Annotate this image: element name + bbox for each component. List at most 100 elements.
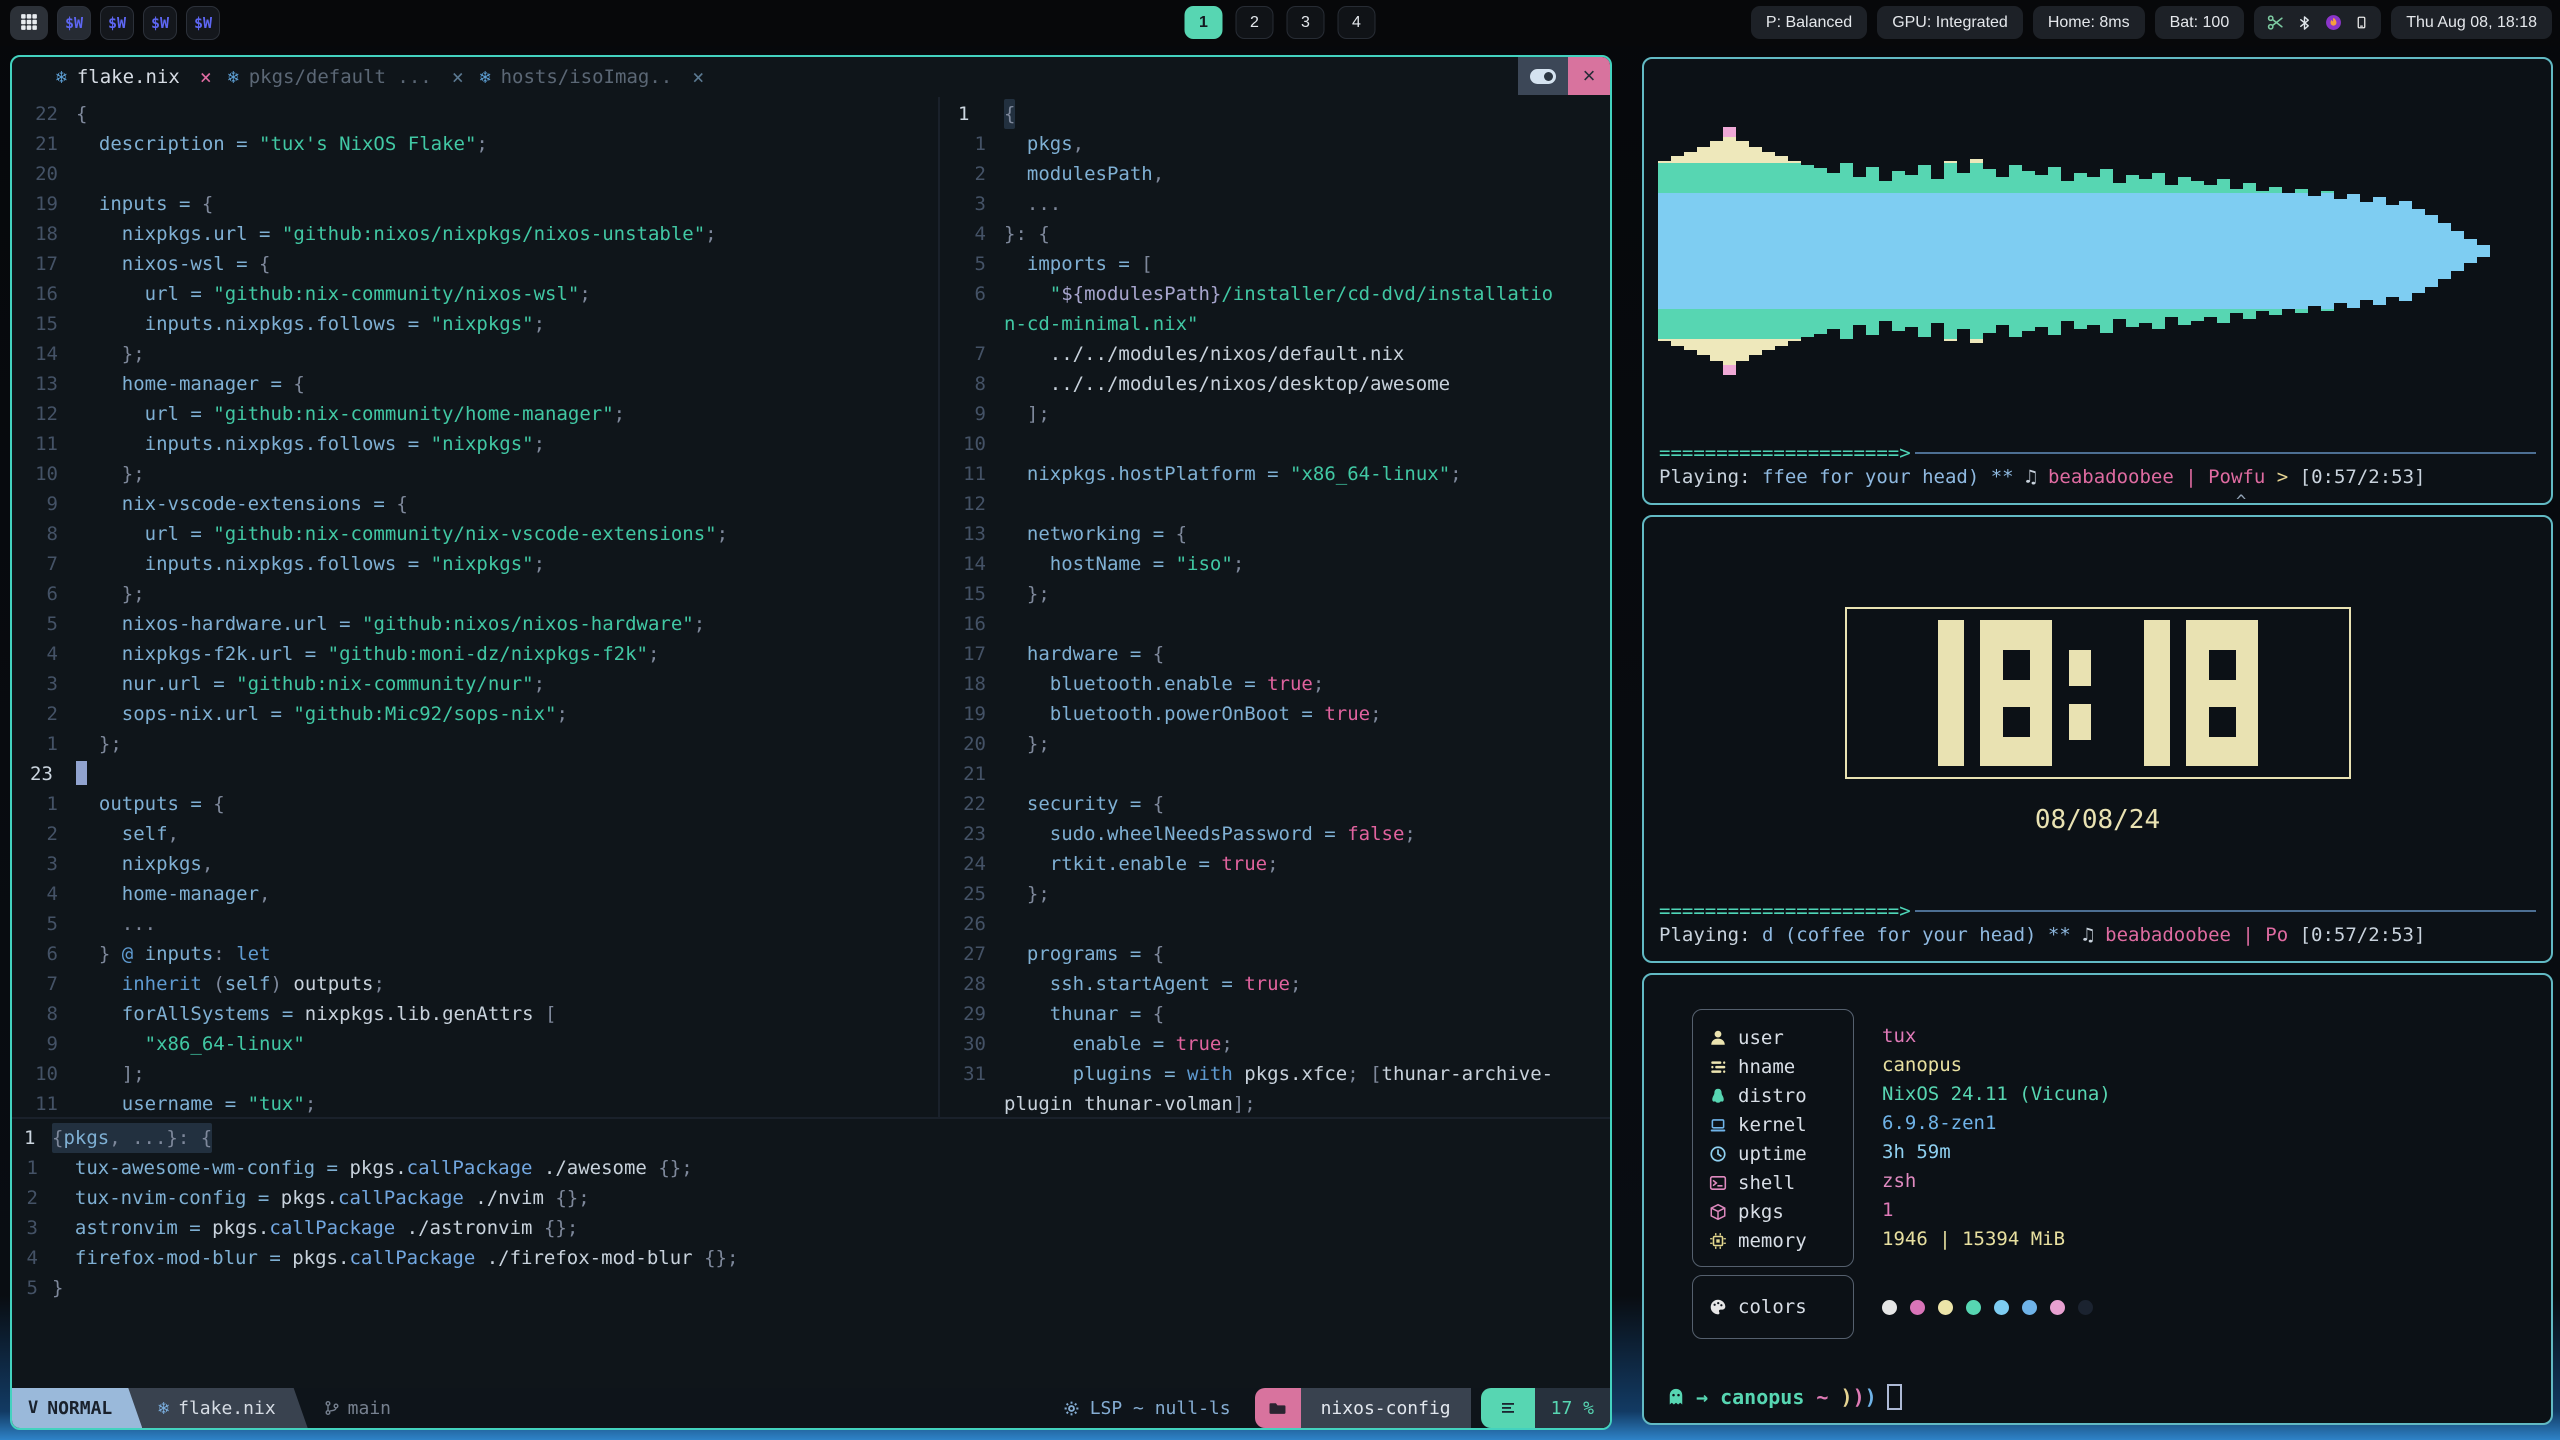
fetch-label: hname bbox=[1738, 1056, 1795, 1078]
status-pill: P: Balanced bbox=[1751, 6, 1867, 39]
code-line: 13 networking = { bbox=[940, 519, 1610, 549]
visualizer-bar bbox=[2321, 191, 2334, 311]
clock-digit-1 bbox=[1938, 620, 1964, 766]
nix-snowflake-icon: ❄ bbox=[480, 67, 491, 88]
code-line: 26 bbox=[940, 909, 1610, 939]
visualizer-bar bbox=[2308, 196, 2321, 306]
code-line: 29 thunar = { bbox=[940, 999, 1610, 1029]
tag-2[interactable]: 2 bbox=[1236, 6, 1274, 39]
code-line: 19 inputs = { bbox=[12, 189, 938, 219]
workspace-button[interactable]: $W bbox=[186, 6, 220, 40]
pane-iso-image[interactable]: 1{1 pkgs,2 modulesPath,3 ...4}: {5 impor… bbox=[940, 97, 1610, 1117]
code-text: ssh.startAgent = true; bbox=[1004, 969, 1301, 999]
tab-hosts-isoImag-[interactable]: ❄hosts/isoImag..× bbox=[480, 57, 704, 97]
visualizer-bar bbox=[2074, 173, 2087, 329]
tab-close-icon[interactable]: × bbox=[200, 65, 212, 89]
workspace-button[interactable]: $W bbox=[100, 6, 134, 40]
line-number: 31 bbox=[940, 1059, 1004, 1089]
line-number: 12 bbox=[12, 399, 76, 429]
code-text bbox=[76, 759, 87, 789]
line-number: 6 bbox=[12, 939, 76, 969]
line-number: 8 bbox=[12, 999, 76, 1029]
close-window-button[interactable]: × bbox=[1568, 57, 1610, 95]
fetch-value: tux bbox=[1882, 1022, 2111, 1051]
code-line: 16 bbox=[940, 609, 1610, 639]
code-line: 10 }; bbox=[12, 459, 938, 489]
line-number: 18 bbox=[12, 219, 76, 249]
line-number: 5 bbox=[12, 609, 76, 639]
line-number: 9 bbox=[12, 489, 76, 519]
code-text: nixpkgs.hostPlatform = "x86_64-linux"; bbox=[1004, 459, 1462, 489]
code-text: plugin thunar-volman]; bbox=[1004, 1089, 1256, 1117]
code-line: 28 ssh.startAgent = true; bbox=[940, 969, 1610, 999]
track-progress[interactable]: =====================> bbox=[1659, 441, 2536, 465]
music-visualizer-window: =====================> Playing: ffee for… bbox=[1642, 57, 2553, 505]
tab-flake-nix[interactable]: ❄flake.nix× bbox=[56, 57, 212, 97]
code-line: 2 modulesPath, bbox=[940, 159, 1610, 189]
line-number: 1 bbox=[12, 729, 76, 759]
code-text: }: { bbox=[1004, 219, 1050, 249]
code-text: rtkit.enable = true; bbox=[1004, 849, 1279, 879]
clock-digit-8 bbox=[2186, 620, 2258, 766]
line-number: 21 bbox=[12, 129, 76, 159]
code-text: nixpkgs-f2k.url = "github:moni-dz/nixpkg… bbox=[76, 639, 659, 669]
workspace-button[interactable]: $W bbox=[143, 6, 177, 40]
code-line: 6 } @ inputs: let bbox=[12, 939, 938, 969]
line-number: 1 bbox=[12, 1153, 52, 1183]
track-progress[interactable]: =====================> bbox=[1659, 899, 2536, 923]
tag-4[interactable]: 4 bbox=[1338, 6, 1376, 39]
visualizer-bar bbox=[2204, 185, 2217, 317]
line-number: 5 bbox=[12, 1273, 52, 1303]
code-text: }; bbox=[76, 339, 145, 369]
code-text: "x86_64-linux" bbox=[76, 1029, 305, 1059]
fetch-row: kernel bbox=[1709, 1110, 1853, 1139]
line-number: 22 bbox=[12, 99, 76, 129]
tag-1[interactable]: 1 bbox=[1185, 6, 1223, 39]
fetch-value: 6.9.8-zen1 bbox=[1882, 1109, 2111, 1138]
code-text: self, bbox=[76, 819, 179, 849]
toggle-button[interactable] bbox=[1518, 57, 1568, 95]
terminal-palette-dots bbox=[1882, 1275, 2093, 1339]
pane-pkgs-default[interactable]: 1{pkgs, ...}: {1 tux-awesome-wm-config =… bbox=[12, 1119, 1610, 1388]
line-number bbox=[940, 309, 1004, 339]
line-number: 5 bbox=[12, 909, 76, 939]
code-line: 27 programs = { bbox=[940, 939, 1610, 969]
visualizer-bar bbox=[1970, 159, 1983, 343]
clock-digit-1 bbox=[2144, 620, 2170, 766]
statusline-left: V NORMAL ❄ flake.nix main bbox=[12, 1388, 391, 1428]
line-number: 10 bbox=[12, 1059, 76, 1089]
code-line: 5 ... bbox=[12, 909, 938, 939]
line-number: 11 bbox=[12, 429, 76, 459]
visualizer-bar bbox=[2061, 181, 2074, 321]
line-number: 5 bbox=[940, 249, 1004, 279]
shell-prompt[interactable]: → canopus ~ ))) bbox=[1666, 1381, 1902, 1413]
line-number: 4 bbox=[12, 1243, 52, 1273]
tag-3[interactable]: 3 bbox=[1287, 6, 1325, 39]
line-number: 1 bbox=[940, 99, 1004, 129]
visualizer-bar bbox=[1814, 168, 1827, 334]
visualizer-bar bbox=[1996, 177, 2009, 325]
launcher-button[interactable] bbox=[10, 6, 48, 40]
code-line: 30 enable = true; bbox=[940, 1029, 1610, 1059]
code-text: security = { bbox=[1004, 789, 1164, 819]
code-line: 3 nur.url = "github:nix-community/nur"; bbox=[12, 669, 938, 699]
folder-icon bbox=[1255, 1388, 1301, 1428]
line-number bbox=[940, 1089, 1004, 1117]
code-text: }; bbox=[76, 729, 122, 759]
tab-close-icon[interactable]: × bbox=[692, 65, 704, 89]
fetch-terminal-window: userhnamedistrokerneluptimeshellpkgsmemo… bbox=[1642, 973, 2553, 1425]
visualizer-bar bbox=[2399, 201, 2412, 301]
color-dot bbox=[2078, 1300, 2093, 1315]
progress-track bbox=[1915, 452, 2536, 454]
code-text: imports = [ bbox=[1004, 249, 1153, 279]
tab-pkgs-default-[interactable]: ❄pkgs/default ...× bbox=[228, 57, 464, 97]
pane-flake-nix[interactable]: 22{21 description = "tux's NixOS Flake";… bbox=[12, 97, 938, 1117]
line-number: 16 bbox=[12, 279, 76, 309]
tab-close-icon[interactable]: × bbox=[452, 65, 464, 89]
code-line: 9 nix-vscode-extensions = { bbox=[12, 489, 938, 519]
code-line: 15 inputs.nixpkgs.follows = "nixpkgs"; bbox=[12, 309, 938, 339]
workspace-button[interactable]: $W bbox=[57, 6, 91, 40]
visualizer-bar bbox=[1788, 161, 1801, 341]
code-line: plugin thunar-volman]; bbox=[940, 1089, 1610, 1117]
code-line: 24 rtkit.enable = true; bbox=[940, 849, 1610, 879]
